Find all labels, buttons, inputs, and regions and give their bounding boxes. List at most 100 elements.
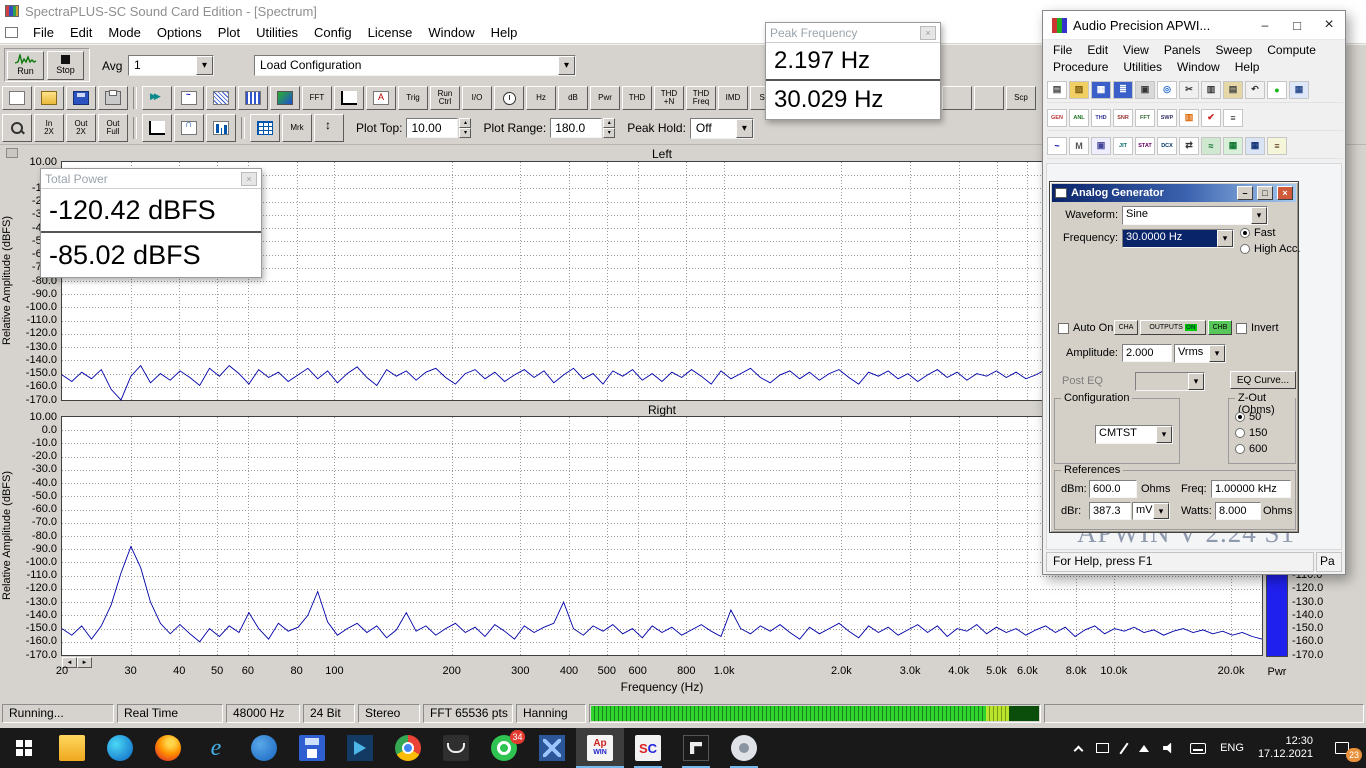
apwin-window[interactable]: Audio Precision APWI... FileEditViewPane…	[1042, 10, 1346, 575]
sine-icon[interactable]: ~	[1047, 137, 1067, 155]
tray-keyboard-icon[interactable]	[1183, 728, 1213, 768]
toolbutton-zoom[interactable]	[2, 114, 32, 142]
cut-icon[interactable]: ✂	[1179, 81, 1199, 99]
fft-icon[interactable]: FFT	[1135, 109, 1155, 127]
chevron-down-icon[interactable]	[558, 56, 575, 75]
toolbutton-clock[interactable]	[494, 86, 524, 110]
toolbutton-db[interactable]: dB	[558, 86, 588, 110]
spin-up-icon[interactable]	[603, 118, 615, 128]
paste-icon[interactable]: ▤	[1223, 81, 1243, 99]
panel-icon[interactable]: ▦	[1289, 81, 1309, 99]
peak-frequency-titlebar[interactable]: Peak Frequency	[766, 23, 940, 43]
taskbar-internet-explorer[interactable]	[192, 728, 240, 768]
taskbar-spectraplus[interactable]	[624, 728, 672, 768]
close-icon[interactable]	[241, 172, 257, 186]
taskbar-edge[interactable]	[96, 728, 144, 768]
apwin-menu-view[interactable]: View	[1123, 43, 1149, 57]
toolbutton-stripes[interactable]	[238, 86, 268, 110]
taskbar-app-dark[interactable]	[432, 728, 480, 768]
mdi-child-icon[interactable]	[5, 27, 18, 38]
start-button[interactable]	[0, 728, 48, 768]
close-button[interactable]	[1313, 11, 1345, 39]
mon-icon[interactable]: ▣	[1091, 137, 1111, 155]
dbr-input[interactable]: 387.3	[1089, 502, 1131, 520]
apwin-menu-file[interactable]: File	[1053, 43, 1072, 57]
language-indicator[interactable]: ENG	[1213, 728, 1251, 768]
swp-icon[interactable]: SWP	[1157, 109, 1177, 127]
folder-icon[interactable]: ▨	[1069, 81, 1089, 99]
menu-mode[interactable]: Mode	[100, 23, 149, 42]
mix-icon[interactable]: ⇄	[1179, 137, 1199, 155]
toolbutton-imd[interactable]: IMD	[718, 86, 748, 110]
toolbutton-out-2x[interactable]: Out 2X	[66, 114, 96, 142]
total-power-panel[interactable]: Total Power -120.42 dBFS -85.02 dBFS	[40, 168, 262, 278]
dcx-icon[interactable]: DCX	[1157, 137, 1177, 155]
channel-a-button[interactable]: CHA	[1114, 320, 1138, 335]
toolbutton-curve[interactable]	[174, 114, 204, 142]
jit-icon[interactable]: JIT	[1113, 137, 1133, 155]
toolbutton-scp[interactable]: Scp	[1006, 86, 1036, 110]
analog-generator-panel[interactable]: Analog Generator Waveform: Sine Frequenc…	[1049, 181, 1299, 533]
taskbar-app-arrow[interactable]	[336, 728, 384, 768]
save-icon[interactable]: ▦	[1091, 81, 1111, 99]
taskbar-app-blue-round[interactable]	[240, 728, 288, 768]
taskbar-chrome[interactable]	[384, 728, 432, 768]
doc-icon[interactable]: ▤	[1047, 81, 1067, 99]
toolbutton-hist[interactable]	[206, 114, 236, 142]
analog-generator-titlebar[interactable]: Analog Generator	[1052, 184, 1296, 202]
chevron-down-icon[interactable]	[1217, 230, 1233, 247]
snr-icon[interactable]: SNR	[1113, 109, 1133, 127]
pnl1-icon[interactable]: ▦	[1223, 137, 1243, 155]
dbm-input[interactable]: 600.0	[1089, 480, 1137, 498]
waveform-select[interactable]: Sine	[1122, 206, 1268, 225]
tray-display-icon[interactable]	[1089, 728, 1116, 768]
high-acc-radio[interactable]: High Acc.	[1240, 243, 1300, 255]
minimize-button[interactable]	[1249, 11, 1281, 39]
close-icon[interactable]	[920, 26, 936, 40]
toolbutton-run-ctrl[interactable]: Run Ctrl	[430, 86, 460, 110]
watts-input[interactable]: 8.000	[1215, 502, 1261, 520]
menu-utilities[interactable]: Utilities	[248, 23, 306, 42]
taskbar-app-blue-tile[interactable]	[528, 728, 576, 768]
apwin-menu-window[interactable]: Window	[1177, 60, 1220, 74]
menu-license[interactable]: License	[360, 23, 421, 42]
chevron-down-icon[interactable]	[1209, 345, 1225, 362]
toolbutton-new[interactable]	[2, 86, 32, 110]
channel-b-button[interactable]: CHB	[1208, 320, 1232, 335]
menu-options[interactable]: Options	[149, 23, 210, 42]
menu-edit[interactable]: Edit	[62, 23, 100, 42]
toolbutton-i-o[interactable]: I/O	[462, 86, 492, 110]
tray-upload-icon[interactable]	[1132, 728, 1156, 768]
chevron-down-icon[interactable]	[196, 56, 213, 75]
toolbutton-fft[interactable]: FFT	[302, 86, 332, 110]
toolbutton-thd-freq[interactable]: THD Freq	[686, 86, 716, 110]
toolbutton-blank[interactable]	[974, 86, 1004, 110]
toolbutton-save[interactable]	[66, 86, 96, 110]
eq-curve-button[interactable]: EQ Curve...	[1230, 371, 1296, 389]
spin-down-icon[interactable]	[459, 128, 471, 138]
dbr-unit-select[interactable]: mV	[1132, 502, 1170, 520]
stat-icon[interactable]: STAT	[1135, 137, 1155, 155]
print-icon[interactable]: ▣	[1135, 81, 1155, 99]
action-center-button[interactable]: 23	[1320, 728, 1364, 768]
saveall-icon[interactable]: ≣	[1113, 81, 1133, 99]
taskbar-file-explorer[interactable]	[48, 728, 96, 768]
mtr-icon[interactable]: M	[1069, 137, 1089, 155]
fast-radio[interactable]: Fast	[1240, 227, 1275, 239]
frequency-select[interactable]: 30.0000 Hz	[1122, 229, 1234, 248]
pnl2-icon[interactable]: ▦	[1245, 137, 1265, 155]
apwin-menu-utilities[interactable]: Utilities	[1123, 60, 1162, 74]
menu-help[interactable]: Help	[483, 23, 526, 42]
check-icon[interactable]: ✔	[1201, 109, 1221, 127]
chevron-down-icon[interactable]	[1251, 207, 1267, 224]
generator-close-button[interactable]	[1277, 186, 1293, 200]
menu-file[interactable]: File	[25, 23, 62, 42]
total-power-titlebar[interactable]: Total Power	[41, 169, 261, 189]
toolbutton-axes[interactable]	[334, 86, 364, 110]
preview-icon[interactable]: ◎	[1157, 81, 1177, 99]
thd-icon[interactable]: THD	[1091, 109, 1111, 127]
taskbar-app-floppy[interactable]	[288, 728, 336, 768]
generator-maximize-button[interactable]	[1257, 186, 1273, 200]
apwin-menu-panels[interactable]: Panels	[1164, 43, 1201, 57]
toolbutton-surface[interactable]	[270, 86, 300, 110]
